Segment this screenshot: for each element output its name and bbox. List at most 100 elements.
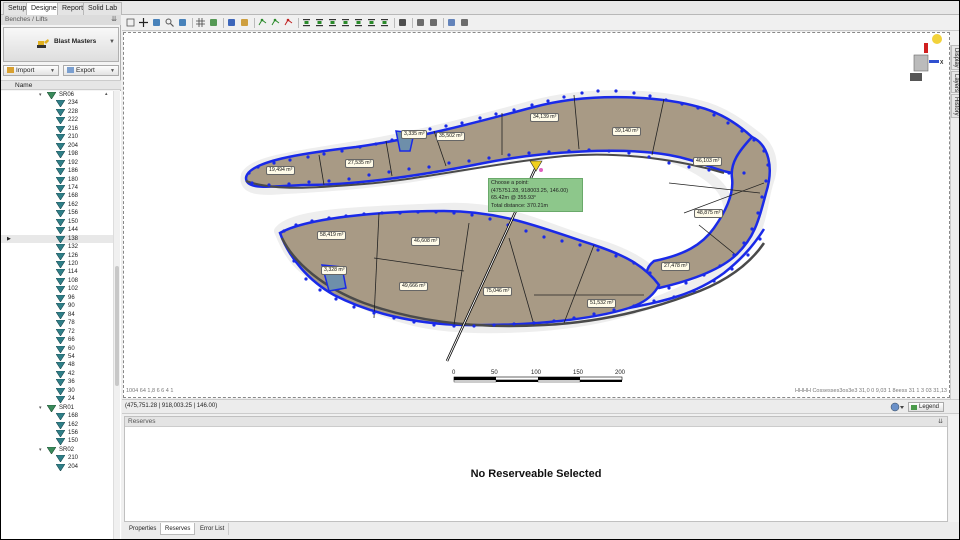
tree-item[interactable]: 72: [1, 328, 113, 336]
tree-column-header[interactable]: Name: [1, 80, 121, 90]
tree-item[interactable]: 156: [1, 429, 113, 437]
view-icon[interactable]: [447, 18, 456, 27]
vertex-dot[interactable]: [648, 271, 652, 275]
tab-display[interactable]: Display: [951, 45, 959, 70]
vertex-dot[interactable]: [632, 261, 636, 265]
vertex-dot[interactable]: [487, 156, 491, 160]
vertex-dot[interactable]: [470, 213, 474, 217]
align-bottom-icon[interactable]: [315, 18, 324, 27]
tree-item[interactable]: 156: [1, 209, 113, 218]
vertex-dot[interactable]: [428, 127, 432, 131]
fill-color-icon[interactable]: [416, 18, 425, 27]
volume-label[interactable]: 27,478 m³: [661, 262, 691, 271]
tree-item[interactable]: 126: [1, 252, 113, 260]
tree-group[interactable]: ▾ SR06: [1, 91, 113, 99]
volume-label[interactable]: 3,328 m³: [321, 266, 348, 275]
tree-item[interactable]: 228: [1, 108, 113, 116]
vertex-dot[interactable]: [664, 98, 668, 102]
tree-item[interactable]: 78: [1, 319, 113, 328]
vertex-dot[interactable]: [407, 167, 411, 171]
vertex-dot[interactable]: [398, 211, 402, 215]
tree-item[interactable]: 96: [1, 294, 113, 302]
vertex-dot[interactable]: [488, 217, 492, 221]
stroke-icon[interactable]: [429, 18, 438, 27]
import-button[interactable]: Import ▼: [3, 65, 59, 76]
vertex-dot[interactable]: [547, 150, 551, 154]
vertex-dot[interactable]: [764, 179, 768, 183]
tree-item[interactable]: 204: [1, 463, 113, 471]
vertex-dot[interactable]: [592, 312, 596, 316]
vertex-dot[interactable]: [306, 155, 310, 159]
expand-icon[interactable]: ▾: [39, 446, 42, 454]
vertex-dot[interactable]: [387, 170, 391, 174]
vertex-dot[interactable]: [652, 299, 656, 303]
vertex-dot[interactable]: [742, 171, 746, 175]
pit-map[interactable]: [124, 33, 949, 397]
vertex-move-icon[interactable]: [271, 18, 280, 27]
vertex-dot[interactable]: [272, 161, 276, 165]
tree-item[interactable]: ▶ 138: [1, 234, 113, 244]
tree-item[interactable]: 150: [1, 218, 113, 226]
vertex-dot[interactable]: [607, 149, 611, 153]
split-icon[interactable]: [380, 18, 389, 27]
vertex-dot[interactable]: [318, 288, 322, 292]
tree-item[interactable]: 30: [1, 387, 113, 395]
vertex-dot[interactable]: [667, 286, 671, 290]
vertex-dot[interactable]: [562, 95, 566, 99]
vertex-dot[interactable]: [327, 179, 331, 183]
tree-item[interactable]: 36: [1, 378, 113, 387]
vertex-dot[interactable]: [352, 305, 356, 309]
vertex-dot[interactable]: [434, 210, 438, 214]
tree-scrollbar[interactable]: [113, 91, 120, 539]
tab-reserves[interactable]: Reserves: [160, 523, 196, 535]
vertex-dot[interactable]: [282, 229, 286, 233]
vertex-dot[interactable]: [340, 149, 344, 153]
pin-icon[interactable]: ⇊: [938, 417, 943, 427]
cut-icon[interactable]: [240, 18, 249, 27]
tab-solid-lab[interactable]: Solid Lab: [83, 2, 123, 15]
vertex-dot[interactable]: [596, 89, 600, 93]
vertex-dot[interactable]: [478, 116, 482, 120]
tab-properties[interactable]: Properties: [125, 523, 162, 535]
tree-item[interactable]: 102: [1, 285, 113, 294]
vertex-dot[interactable]: [460, 121, 464, 125]
tree-item[interactable]: 180: [1, 176, 113, 184]
zoom-icon[interactable]: [165, 18, 174, 27]
vertex-dot[interactable]: [614, 254, 618, 258]
vertex-dot[interactable]: [380, 211, 384, 215]
vertex-dot[interactable]: [492, 323, 496, 327]
vertex-dot[interactable]: [444, 124, 448, 128]
vertex-dot[interactable]: [427, 165, 431, 169]
outline-icon[interactable]: [227, 18, 236, 27]
scroll-thumb[interactable]: [115, 266, 119, 386]
tree-item[interactable]: 216: [1, 125, 113, 133]
vertex-dot[interactable]: [472, 324, 476, 328]
vertex-dot[interactable]: [287, 182, 291, 186]
vertex-dot[interactable]: [746, 253, 750, 257]
vertex-dot[interactable]: [416, 210, 420, 214]
tree-item[interactable]: 192: [1, 159, 113, 167]
expand-icon[interactable]: ▾: [39, 404, 42, 412]
zoom-extents-icon[interactable]: [178, 18, 187, 27]
export-button[interactable]: Export ▼: [63, 65, 119, 76]
distribute-h-icon[interactable]: [354, 18, 363, 27]
label-icon[interactable]: [398, 18, 407, 27]
volume-label[interactable]: 19,494 m³: [266, 166, 296, 175]
vertex-dot[interactable]: [692, 289, 696, 293]
vertex-dot[interactable]: [648, 94, 652, 98]
vertex-dot[interactable]: [392, 316, 396, 320]
vertex-dot[interactable]: [507, 153, 511, 157]
volume-label[interactable]: 3,335 m³: [401, 130, 428, 139]
tree-item[interactable]: 24: [1, 395, 113, 404]
vertex-dot[interactable]: [730, 267, 734, 271]
volume-label[interactable]: 51,532 m³: [587, 299, 617, 308]
vertex-dot[interactable]: [256, 165, 260, 169]
tree-item[interactable]: 162: [1, 201, 113, 209]
vertex-dot[interactable]: [552, 319, 556, 323]
tree-item[interactable]: 168: [1, 192, 113, 201]
pin-icon[interactable]: ⇊: [111, 15, 117, 25]
volume-label[interactable]: 46,103 m³: [693, 157, 723, 166]
tree-item[interactable]: 60: [1, 345, 113, 353]
vertex-dot[interactable]: [752, 138, 756, 142]
volume-label[interactable]: 39,140 m³: [612, 127, 642, 136]
